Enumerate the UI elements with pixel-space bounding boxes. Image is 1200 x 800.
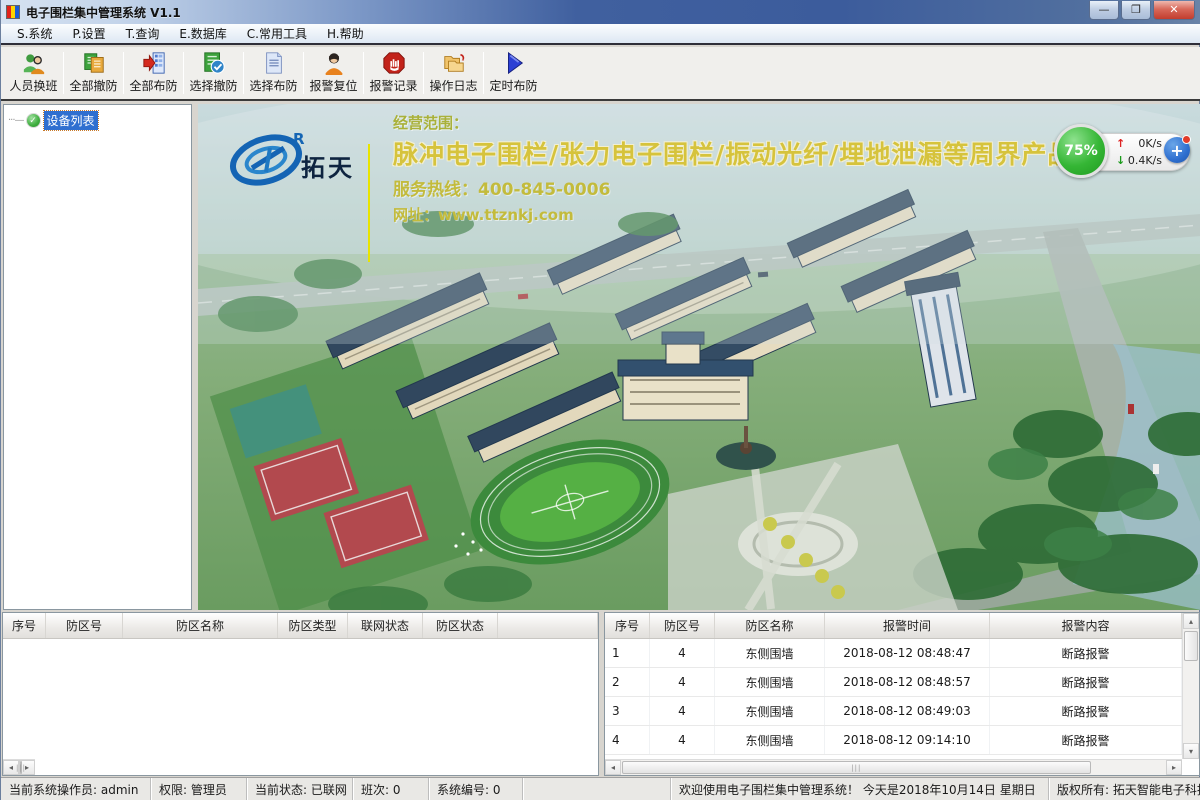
menu-settings[interactable]: P.设置 bbox=[62, 23, 115, 44]
menu-bar: S.系统 P.设置 T.查询 E.数据库 C.常用工具 H.帮助 bbox=[1, 24, 1200, 45]
col-zone-name[interactable]: 防区名称 bbox=[715, 613, 825, 638]
zone-status-table: 序号 防区号 防区名称 防区类型 联网状态 防区状态 ◂ ||| ▸ bbox=[2, 612, 599, 776]
status-operator: 当前系统操作员: admin bbox=[1, 778, 151, 800]
alarm-row[interactable]: 1 4 东侧围墙 2018-08-12 08:48:47 断路报警 bbox=[605, 639, 1182, 668]
col-alarm-time[interactable]: 报警时间 bbox=[825, 613, 990, 638]
arm-select-icon bbox=[261, 51, 287, 75]
toolbar-button-arm-all[interactable]: 全部布防 bbox=[125, 49, 182, 97]
menu-help[interactable]: H.帮助 bbox=[317, 23, 374, 44]
title-bar: 电子围栏集中管理系统 V1.1 — ❐ ✕ bbox=[1, 0, 1200, 24]
alarm-row[interactable]: 4 4 东侧围墙 2018-08-12 09:14:10断路报警 bbox=[605, 726, 1182, 755]
status-spacer bbox=[523, 778, 671, 800]
menu-database[interactable]: E.数据库 bbox=[169, 23, 236, 44]
scroll-up-icon[interactable]: ▴ bbox=[1183, 613, 1199, 629]
alarm-table-header: 序号 防区号 防区名称 报警时间 报警内容 bbox=[605, 613, 1182, 639]
device-ok-icon: ✓ bbox=[26, 113, 41, 128]
status-shift: 班次: 0 bbox=[353, 778, 429, 800]
campus-aerial-image: R 拓天 经营范围： 脉冲电子围栏/张力电子围栏/振动光纤/埋地泄漏等周界产品 … bbox=[198, 104, 1200, 610]
timed-arm-icon bbox=[501, 51, 527, 75]
status-welcome: 欢迎使用电子围栏集中管理系统！ 今天是2018年10月14日 星期日 bbox=[671, 778, 1049, 800]
col-seq[interactable]: 序号 bbox=[605, 613, 650, 638]
tree-item-label: 设备列表 bbox=[44, 111, 98, 130]
device-tree-panel: ···— ✓ 设备列表 bbox=[3, 104, 192, 610]
upload-arrow-icon: ↑ bbox=[1116, 135, 1125, 152]
zone-hscrollbar[interactable]: ◂ ||| ▸ bbox=[3, 759, 35, 775]
col-alarm-content[interactable]: 报警内容 bbox=[990, 613, 1182, 638]
toolbar-button-disarm-select[interactable]: 选择撤防 bbox=[185, 49, 242, 97]
status-system-no: 系统编号: 0 bbox=[429, 778, 523, 800]
maximize-button[interactable]: ❐ bbox=[1121, 1, 1151, 20]
network-speeds: ↑ 0K/s ↓0.4K/s bbox=[1116, 135, 1162, 169]
toolbar-button-timed-arm[interactable]: 定时布防 bbox=[485, 49, 542, 97]
operation-log-icon bbox=[441, 51, 467, 75]
memory-percent-ball[interactable]: 75% bbox=[1054, 124, 1108, 178]
alarm-row[interactable]: 2 4 东侧围墙 2018-08-12 08:48:57 断路报警 bbox=[605, 668, 1182, 697]
col-zone-name[interactable]: 防区名称 bbox=[123, 613, 278, 638]
alarm-reset-icon bbox=[321, 51, 347, 75]
scroll-left-icon[interactable]: ◂ bbox=[605, 760, 621, 775]
minimize-button[interactable]: — bbox=[1089, 1, 1119, 20]
campus-aerial-rendering bbox=[198, 104, 1200, 610]
zone-table-body bbox=[3, 639, 598, 746]
status-permission: 权限: 管理员 bbox=[151, 778, 247, 800]
toolbar-button-operation-log[interactable]: 操作日志 bbox=[425, 49, 482, 97]
expand-plus-button[interactable]: + bbox=[1164, 137, 1190, 163]
alarm-log-icon bbox=[381, 51, 407, 75]
toolbar: 人员换班 全部撤防 全部布防 选择撤防 bbox=[1, 47, 1200, 101]
col-zone-no[interactable]: 防区号 bbox=[650, 613, 715, 638]
speed-ball-widget[interactable]: 75% ↑0K/s ↓0.4K/s + bbox=[1054, 128, 1190, 176]
tree-item-device-list[interactable]: ···— ✓ 设备列表 bbox=[8, 111, 191, 130]
alarm-row[interactable]: 3 4 东侧围墙 2018-08-12 08:49:03 断路报警 bbox=[605, 697, 1182, 726]
col-zone-no[interactable]: 防区号 bbox=[46, 613, 123, 638]
toolbar-button-alarm-reset[interactable]: 报警复位 bbox=[305, 49, 362, 97]
alarm-hscrollbar[interactable]: ◂ ||| ▸ bbox=[605, 759, 1182, 775]
notification-dot bbox=[1182, 135, 1191, 144]
disarm-select-icon bbox=[201, 51, 227, 75]
close-button[interactable]: ✕ bbox=[1153, 1, 1195, 20]
alarm-vscrollbar[interactable]: ▴ ▾ bbox=[1182, 613, 1199, 759]
alarm-log-table: 序号 防区号 防区名称 报警时间 报警内容 1 4 东侧围墙 2018-08-1… bbox=[604, 612, 1200, 776]
status-bar: 当前系统操作员: admin 权限: 管理员 当前状态: 已联网 班次: 0 系… bbox=[1, 777, 1200, 800]
upload-speed: 0K/s bbox=[1138, 135, 1162, 152]
download-arrow-icon: ↓ bbox=[1116, 152, 1125, 169]
toolbar-button-alarm-log[interactable]: 报警记录 bbox=[365, 49, 422, 97]
app-logo-icon bbox=[6, 5, 20, 19]
zone-table-header: 序号 防区号 防区名称 防区类型 联网状态 防区状态 bbox=[3, 613, 598, 639]
toolbar-button-disarm-all[interactable]: 全部撤防 bbox=[65, 49, 122, 97]
disarm-all-icon bbox=[81, 51, 107, 75]
scroll-right-icon[interactable]: ▸ bbox=[1166, 760, 1182, 775]
scroll-down-icon[interactable]: ▾ bbox=[1183, 743, 1199, 759]
arm-all-icon bbox=[141, 51, 167, 75]
window-title: 电子围栏集中管理系统 V1.1 bbox=[26, 4, 181, 21]
download-speed: 0.4K/s bbox=[1128, 152, 1162, 169]
col-zone-type[interactable]: 防区类型 bbox=[278, 613, 348, 638]
col-zone-state[interactable]: 防区状态 bbox=[423, 613, 498, 638]
col-net-state[interactable]: 联网状态 bbox=[348, 613, 423, 638]
staff-shift-icon bbox=[21, 51, 47, 75]
toolbar-button-staff-shift[interactable]: 人员换班 bbox=[5, 49, 62, 97]
status-connection: 当前状态: 已联网 bbox=[247, 778, 353, 800]
menu-query[interactable]: T.查询 bbox=[116, 23, 170, 44]
col-seq[interactable]: 序号 bbox=[3, 613, 46, 638]
toolbar-button-arm-select[interactable]: 选择布防 bbox=[245, 49, 302, 97]
vscroll-thumb[interactable] bbox=[1184, 631, 1198, 661]
menu-tools[interactable]: C.常用工具 bbox=[237, 23, 317, 44]
status-copyright: 版权所有: 拓天智能电子科技有限 bbox=[1049, 778, 1200, 800]
tree-branch-line: ···— bbox=[8, 115, 24, 126]
menu-system[interactable]: S.系统 bbox=[7, 23, 62, 44]
